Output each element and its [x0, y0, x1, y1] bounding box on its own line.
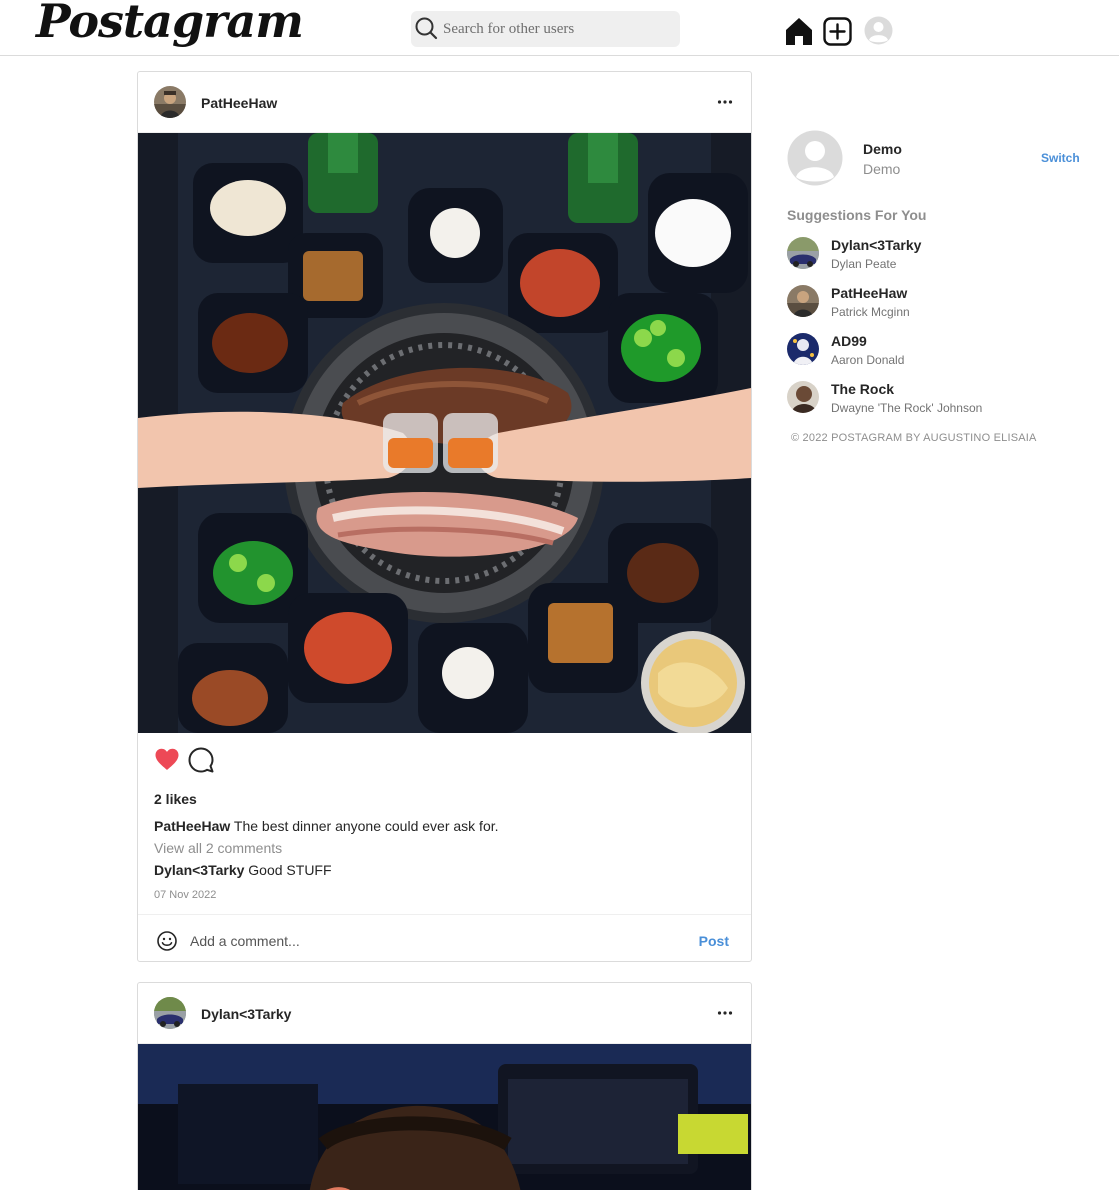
suggestion-username[interactable]: Dylan<3Tarky [831, 237, 921, 253]
avatar[interactable] [787, 381, 819, 413]
home-icon[interactable] [784, 16, 814, 46]
post-actions [154, 733, 735, 791]
comment: Dylan<3Tarky Good STUFF [154, 862, 735, 884]
comment-input[interactable] [190, 925, 670, 957]
top-nav: Postagram [0, 0, 1119, 56]
caption-username[interactable]: PatHeeHaw [154, 818, 230, 834]
view-all-comments-link[interactable]: View all 2 comments [154, 840, 735, 862]
comment-text: Good STUFF [248, 862, 332, 878]
new-post-icon[interactable] [823, 17, 852, 46]
avatar[interactable] [787, 237, 819, 269]
post-image[interactable] [138, 133, 751, 733]
post-card: Dylan<3Tarky [137, 982, 752, 1190]
avatar[interactable] [154, 997, 186, 1029]
suggestion-username[interactable]: The Rock [831, 381, 894, 397]
avatar[interactable] [787, 285, 819, 317]
current-username[interactable]: Demo [863, 141, 902, 157]
avatar[interactable] [154, 86, 186, 118]
switch-account-button[interactable]: Switch [1041, 151, 1080, 165]
suggestion-name: Dylan Peate [831, 257, 897, 271]
suggestion-name: Dwayne 'The Rock' Johnson [831, 401, 983, 415]
current-user-avatar[interactable] [787, 130, 843, 186]
logo[interactable]: Postagram [36, 0, 304, 48]
post-card: PatHeeHaw 2 likes PatHeeHaw The best din… [137, 71, 752, 962]
search-bar[interactable] [411, 11, 680, 47]
post-image[interactable] [138, 1044, 751, 1190]
post-comment-button[interactable]: Post [699, 933, 729, 949]
post-header: Dylan<3Tarky [138, 983, 751, 1044]
suggestion-item[interactable]: The Rock Dwayne 'The Rock' Johnson [787, 381, 1087, 417]
emoji-icon[interactable] [156, 930, 178, 952]
post-date: 07 Nov 2022 [154, 889, 217, 901]
caption: PatHeeHaw The best dinner anyone could e… [154, 818, 735, 840]
suggestion-name: Patrick Mcginn [831, 305, 910, 319]
post-username[interactable]: Dylan<3Tarky [201, 1006, 291, 1022]
current-user-name: Demo [863, 161, 901, 177]
comment-username[interactable]: Dylan<3Tarky [154, 862, 244, 878]
post-username[interactable]: PatHeeHaw [201, 95, 277, 111]
suggestions-title: Suggestions For You [787, 207, 927, 223]
suggestion-item[interactable]: Dylan<3Tarky Dylan Peate [787, 237, 1087, 273]
add-comment-bar: Post [138, 914, 751, 961]
comment-icon[interactable] [188, 747, 214, 773]
post-header: PatHeeHaw [138, 72, 751, 133]
suggestion-username[interactable]: PatHeeHaw [831, 285, 907, 301]
post-details: 2 likes PatHeeHaw The best dinner anyone… [138, 733, 751, 914]
caption-text: The best dinner anyone could ever ask fo… [233, 818, 499, 834]
suggestion-item[interactable]: AD99 Aaron Donald [787, 333, 1087, 369]
profile-avatar-icon[interactable] [864, 16, 893, 45]
search-input[interactable] [443, 11, 673, 47]
suggestion-name: Aaron Donald [831, 353, 905, 367]
likes-count[interactable]: 2 likes [154, 791, 735, 813]
suggestion-username[interactable]: AD99 [831, 333, 867, 349]
heart-icon[interactable] [154, 747, 180, 773]
more-options-icon[interactable] [717, 94, 733, 110]
copyright: © 2022 POSTAGRAM BY AUGUSTINO ELISAIA [791, 432, 1037, 444]
more-options-icon[interactable] [717, 1005, 733, 1021]
avatar[interactable] [787, 333, 819, 365]
search-icon [415, 17, 438, 40]
suggestion-item[interactable]: PatHeeHaw Patrick Mcginn [787, 285, 1087, 321]
